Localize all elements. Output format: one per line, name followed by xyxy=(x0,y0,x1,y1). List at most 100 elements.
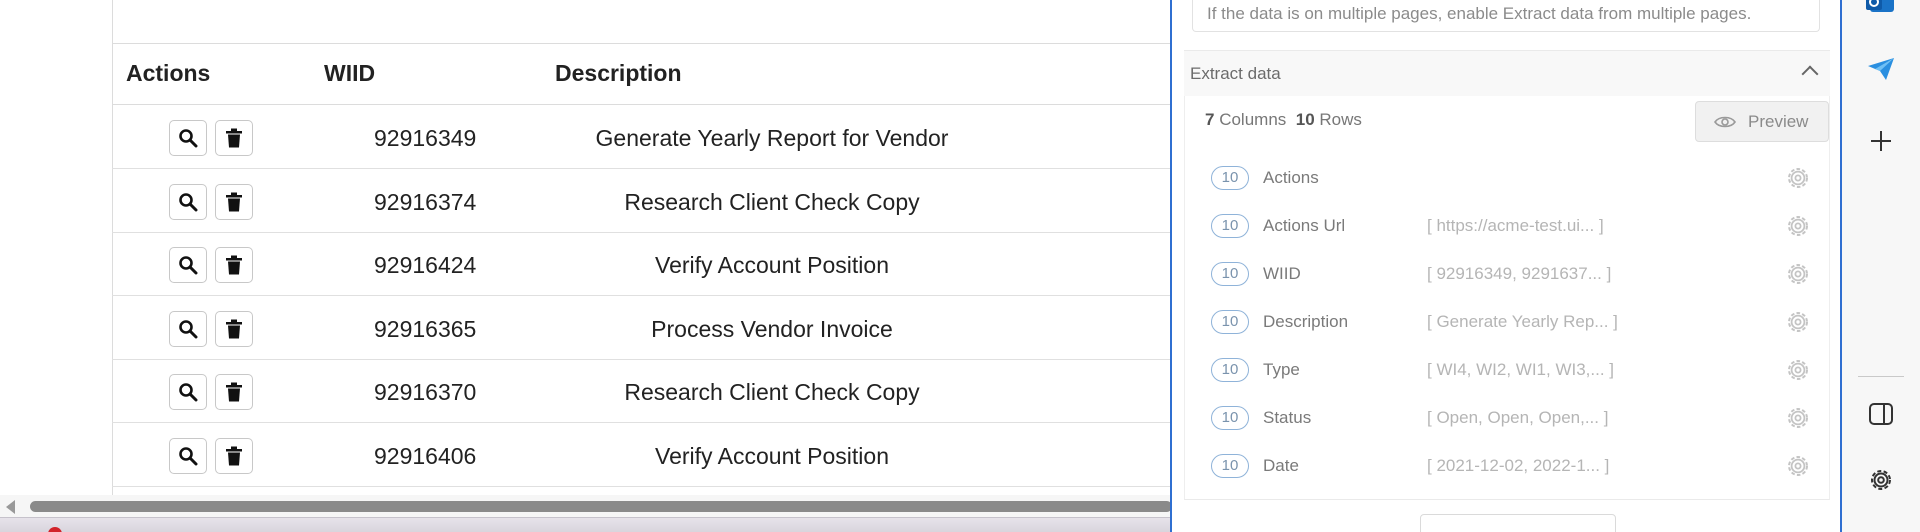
extract-data-panel: If the data is on multiple pages, enable… xyxy=(1170,0,1842,532)
trash-icon xyxy=(225,255,243,275)
column-name[interactable]: Type xyxy=(1263,360,1300,380)
gear-icon[interactable] xyxy=(1785,261,1811,287)
gear-icon[interactable] xyxy=(1785,357,1811,383)
sidebar-divider xyxy=(1858,376,1904,377)
column-sample-values: [ Generate Yearly Rep... ] xyxy=(1427,312,1618,331)
table-row: 92916349 Generate Yearly Report for Vendo… xyxy=(112,106,1172,169)
gear-icon[interactable] xyxy=(1785,309,1811,335)
chevron-up-icon[interactable] xyxy=(1801,65,1819,83)
multi-page-hint: If the data is on multiple pages, enable… xyxy=(1192,0,1820,32)
gear-icon[interactable] xyxy=(1785,213,1811,239)
column-count-badge: 10 xyxy=(1211,406,1249,430)
column-row: 10 Type [ WI4, WI2, WI1, WI3,... ] xyxy=(1185,348,1831,396)
column-count-badge: 10 xyxy=(1211,166,1249,190)
settings-icon[interactable] xyxy=(1842,466,1920,494)
cell-description: Verify Account Position xyxy=(655,252,889,278)
view-button[interactable] xyxy=(169,437,207,474)
delete-button[interactable] xyxy=(215,120,253,156)
delete-button[interactable] xyxy=(215,310,253,347)
header-actions: Actions xyxy=(126,60,211,86)
delete-button[interactable] xyxy=(215,437,253,474)
trash-icon xyxy=(225,128,243,148)
search-icon xyxy=(178,128,198,148)
column-count-badge: 10 xyxy=(1211,454,1249,478)
cell-wiid: 92916374 xyxy=(374,188,477,215)
cell-description: Research Client Check Copy xyxy=(624,379,920,405)
trash-icon xyxy=(225,446,243,466)
column-row: 10 Date [ 2021-12-02, 2022-1... ] xyxy=(1185,444,1831,492)
view-button[interactable] xyxy=(169,183,207,220)
delete-button[interactable] xyxy=(215,374,253,410)
scroll-left-arrow-icon[interactable] xyxy=(6,500,15,514)
cell-description: Verify Account Position xyxy=(655,442,889,469)
table-row: 92916370 Research Client Check Copy xyxy=(112,360,1172,423)
view-button[interactable] xyxy=(169,310,207,347)
delete-button[interactable] xyxy=(215,247,253,283)
search-icon xyxy=(178,446,198,466)
column-count-badge: 10 xyxy=(1211,310,1249,334)
taskbar xyxy=(0,517,1172,532)
view-button[interactable] xyxy=(169,374,207,410)
table-row: 92916374 Research Client Check Copy xyxy=(112,170,1172,233)
columns-count: 7 xyxy=(1205,110,1215,129)
extract-data-section: 7 Columns 10 Rows Preview 10 Actions 10 Act… xyxy=(1184,96,1830,500)
column-row: 10 Status [ Open, Open, Open,... ] xyxy=(1185,396,1831,444)
split-screen-icon[interactable] xyxy=(1842,402,1920,426)
column-sample-values: [ 92916349, 9291637... ] xyxy=(1427,264,1612,283)
scrollbar-thumb[interactable] xyxy=(30,501,1172,512)
view-button[interactable] xyxy=(169,247,207,283)
section-title: Extract data xyxy=(1190,64,1281,83)
column-name[interactable]: Actions xyxy=(1263,168,1319,188)
cell-description: Generate Yearly Report for Vendor xyxy=(595,125,949,151)
columns-label: Columns xyxy=(1219,110,1287,129)
horizontal-scrollbar[interactable] xyxy=(0,495,1172,517)
columns-rows-summary: 7 Columns 10 Rows xyxy=(1205,110,1362,130)
outlook-icon[interactable] xyxy=(1842,0,1920,18)
column-row: 10 WIID [ 92916349, 9291637... ] xyxy=(1185,252,1831,300)
preview-button[interactable]: Preview xyxy=(1695,101,1829,142)
cell-wiid: 92916370 xyxy=(374,379,477,405)
column-sample-values: [ https://acme-test.ui... ] xyxy=(1427,216,1604,235)
column-count-badge: 10 xyxy=(1211,358,1249,382)
search-icon xyxy=(178,192,198,212)
search-icon xyxy=(178,319,198,339)
column-row: 10 Actions Url [ https://acme-test.ui... ] xyxy=(1185,204,1831,252)
column-sample-values: [ Open, Open, Open,... ] xyxy=(1427,408,1609,427)
delete-button[interactable] xyxy=(215,183,253,220)
cell-description: Research Client Check Copy xyxy=(624,188,920,215)
trash-icon xyxy=(225,382,243,402)
gear-icon[interactable] xyxy=(1785,405,1811,431)
cell-wiid: 92916349 xyxy=(374,125,477,151)
add-column-button[interactable] xyxy=(1420,514,1616,532)
preview-label: Preview xyxy=(1748,111,1809,131)
cell-description: Process Vendor Invoice xyxy=(651,315,893,342)
table-row: 92916365 Process Vendor Invoice xyxy=(112,297,1172,360)
column-count-badge: 10 xyxy=(1211,262,1249,286)
gear-icon[interactable] xyxy=(1785,453,1811,479)
screen: Actions WIID Description 92916349 Generat… xyxy=(0,0,1920,532)
column-name[interactable]: Status xyxy=(1263,408,1311,428)
column-name[interactable]: Description xyxy=(1263,312,1348,332)
add-icon[interactable] xyxy=(1842,128,1920,154)
column-name[interactable]: WIID xyxy=(1263,264,1301,284)
search-icon xyxy=(178,382,198,402)
rows-count: 10 xyxy=(1295,110,1315,129)
cell-wiid: 92916406 xyxy=(374,442,477,469)
column-count-badge: 10 xyxy=(1211,214,1249,238)
column-name[interactable]: Date xyxy=(1263,456,1299,476)
trash-icon xyxy=(225,319,243,339)
header-description: Description xyxy=(555,60,682,86)
column-sample-values: [ 2021-12-02, 2022-1... ] xyxy=(1427,456,1610,475)
extract-data-section-header[interactable]: Extract data xyxy=(1184,50,1830,96)
cell-wiid: 92916365 xyxy=(374,315,477,342)
send-icon[interactable] xyxy=(1842,56,1920,82)
table-row: 92916406 Verify Account Position xyxy=(112,424,1172,487)
column-row: 10 Actions xyxy=(1185,156,1831,204)
column-name[interactable]: Actions Url xyxy=(1263,216,1345,236)
column-row: 10 Description [ Generate Yearly Rep... ] xyxy=(1185,300,1831,348)
view-button[interactable] xyxy=(169,120,207,156)
table-header: Actions WIID Description xyxy=(112,44,1172,105)
gear-icon[interactable] xyxy=(1785,165,1811,191)
taskbar-app-icon[interactable] xyxy=(48,527,62,532)
table-row: 92916424 Verify Account Position xyxy=(112,233,1172,296)
